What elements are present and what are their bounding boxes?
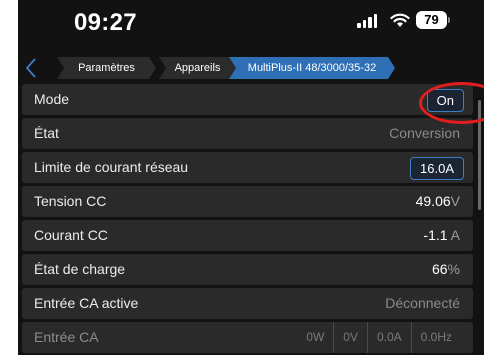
value-unit: A: [450, 227, 460, 243]
row-limite-courant[interactable]: Limite de courant réseau 16.0A: [22, 152, 473, 183]
battery-tip: [448, 17, 450, 23]
row-label: État: [34, 125, 59, 141]
wifi-icon: [390, 13, 410, 27]
row-value: -1.1 A: [423, 220, 460, 251]
row-label: Limite de courant réseau: [34, 159, 189, 175]
row-courant-cc: Courant CC -1.1 A: [22, 220, 473, 251]
frequency-value: 0.0Hz: [410, 322, 461, 353]
value-unit: %: [447, 261, 460, 277]
row-etat-charge: État de charge 66%: [22, 254, 473, 285]
row-label: Courant CC: [34, 227, 108, 243]
value-number: -1.1: [423, 227, 448, 243]
status-bar: 09:27 79: [18, 0, 484, 50]
value-number: 66: [431, 261, 448, 277]
row-value: Déconnecté: [385, 295, 460, 311]
battery-icon: 79: [416, 11, 447, 29]
current-value: 0.0A: [366, 322, 411, 353]
breadcrumb-appareils[interactable]: Appareils: [159, 57, 236, 79]
row-label: État de charge: [34, 261, 126, 277]
current-limit-button[interactable]: 16.0A: [410, 157, 464, 180]
entree-ca-values: 0W 0V 0.0A 0.0Hz: [297, 322, 461, 353]
row-label: Tension CC: [34, 193, 107, 209]
value-unit: V: [450, 193, 460, 209]
signal-icon: [357, 14, 377, 28]
row-tension-cc: Tension CC 49.06V: [22, 186, 473, 217]
back-chevron-icon[interactable]: [24, 57, 38, 79]
value-number: 49.06: [415, 193, 451, 209]
voltage-value: 0V: [333, 322, 367, 353]
row-value: 49.06V: [416, 186, 460, 217]
row-mode[interactable]: Mode On: [22, 84, 473, 115]
row-etat: État Conversion: [22, 118, 473, 149]
device-screen: 09:27 79 Paramètres Appareils MultiPlus-…: [18, 0, 484, 355]
row-label: Entrée CA active: [34, 295, 139, 311]
breadcrumb: Paramètres Appareils MultiPlus-II 48/300…: [18, 56, 484, 80]
breadcrumb-parametres[interactable]: Paramètres: [57, 57, 156, 79]
row-entree-ca-active[interactable]: Entrée CA active Déconnecté: [22, 288, 473, 319]
row-entree-ca: Entrée CA 0W 0V 0.0A 0.0Hz: [22, 322, 473, 353]
row-label: Entrée CA: [34, 329, 99, 345]
row-label: Mode: [34, 91, 70, 107]
power-value: 0W: [306, 330, 325, 344]
row-value: 66%: [432, 254, 460, 285]
breadcrumb-device[interactable]: MultiPlus-II 48/3000/35-32: [229, 57, 395, 79]
clock: 09:27: [74, 9, 137, 36]
